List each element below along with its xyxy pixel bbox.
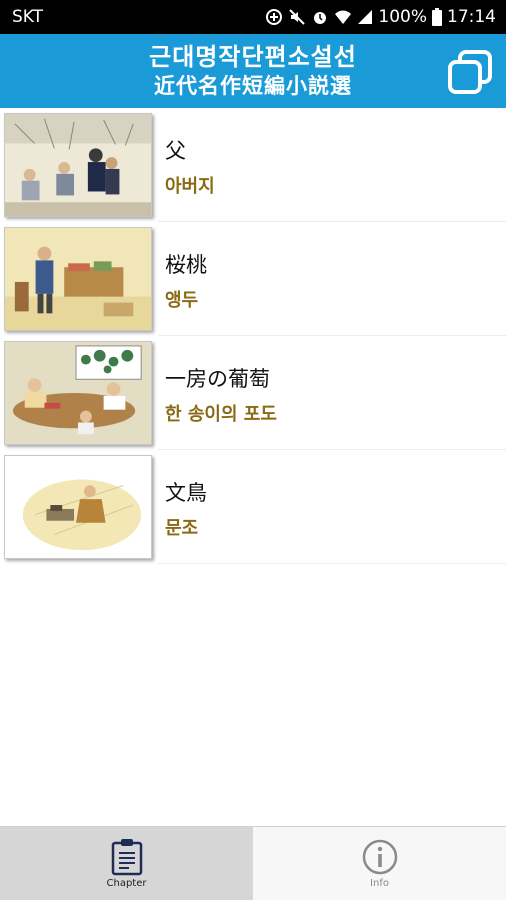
story-item-father[interactable]: 父 아버지 (0, 108, 506, 222)
info-icon (362, 839, 397, 875)
app-title-hanja: 近代名作短編小説選 (154, 74, 352, 98)
tab-info-label: Info (370, 878, 389, 889)
app-bar: 근대명작단편소설선 近代名作短編小説選 (0, 34, 506, 108)
story-subtitle: 앵두 (165, 290, 199, 311)
tab-chapter-label: Chapter (106, 878, 147, 889)
story-item-grapes[interactable]: 一房の葡萄 한 송이의 포도 (0, 336, 506, 450)
status-bar: SKT 100% 17:14 (0, 0, 506, 34)
story-subtitle: 문조 (165, 518, 199, 539)
story-list: 父 아버지 桜桃 앵두 一房の葡萄 한 송이의 포도 文鳥 문조 (0, 108, 506, 564)
wifi-icon (334, 8, 352, 26)
status-icons: 100% 17:14 (265, 7, 496, 27)
story-item-java-sparrow[interactable]: 文鳥 문조 (0, 450, 506, 564)
story-illustration (4, 227, 152, 331)
clock: 17:14 (447, 7, 496, 27)
battery-icon (432, 8, 442, 26)
story-title: 父 (165, 139, 186, 163)
bottom-navigation: Chapter Info (0, 826, 506, 900)
copy-button[interactable] (444, 46, 496, 98)
divider (158, 563, 506, 564)
alarm-icon (311, 8, 329, 26)
copy-icon (448, 50, 492, 94)
story-title: 桜桃 (165, 253, 207, 277)
battery-percent: 100% (378, 7, 427, 27)
story-subtitle: 한 송이의 포도 (165, 404, 277, 425)
story-title: 文鳥 (165, 481, 207, 505)
data-saver-icon (265, 8, 283, 26)
story-illustration (4, 455, 152, 559)
story-illustration (4, 113, 152, 217)
tab-info[interactable]: Info (253, 827, 506, 900)
story-illustration (4, 341, 152, 445)
mute-icon (288, 8, 306, 26)
app-title-korean: 근대명작단편소설선 (149, 43, 357, 71)
clipboard-icon (111, 839, 142, 876)
tab-chapter[interactable]: Chapter (0, 827, 253, 900)
story-item-cherry[interactable]: 桜桃 앵두 (0, 222, 506, 336)
story-title: 一房の葡萄 (165, 367, 270, 391)
signal-icon (357, 9, 373, 25)
carrier-label: SKT (12, 7, 44, 27)
story-subtitle: 아버지 (165, 176, 215, 197)
